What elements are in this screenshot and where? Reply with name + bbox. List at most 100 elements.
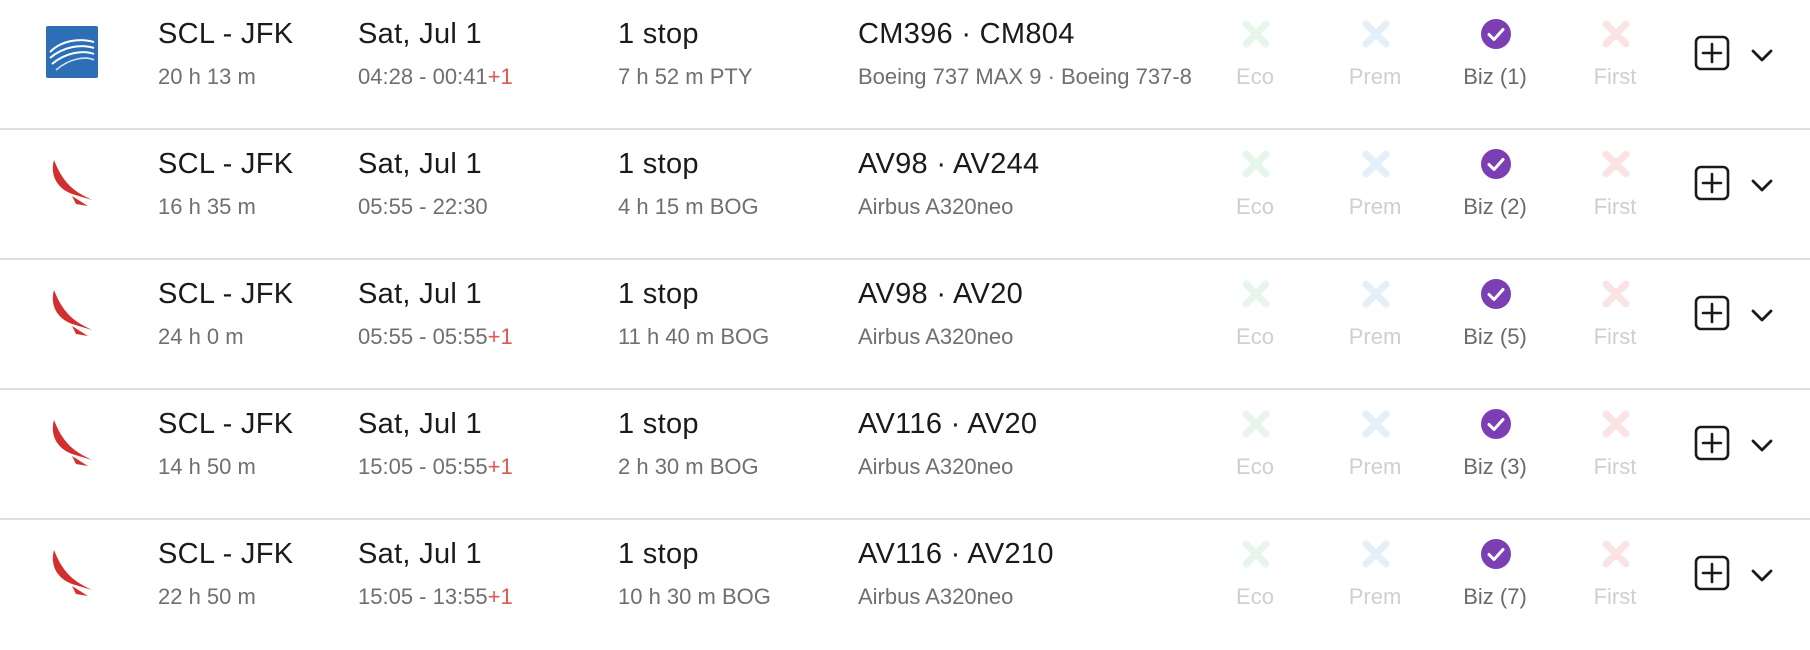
- chevron-down-icon[interactable]: [1748, 431, 1776, 459]
- copa-airlines-logo: [46, 26, 98, 78]
- departure-date: Sat, Jul 1: [358, 18, 482, 50]
- flight-times: 15:05 - 13:55+1: [358, 584, 598, 610]
- aircraft-types: Airbus A320neo: [858, 324, 1014, 349]
- flight-times: 15:05 - 05:55+1: [358, 454, 598, 480]
- next-day-indicator: +1: [487, 324, 513, 349]
- cabin-label: Prem: [1348, 584, 1402, 609]
- stops-count: 1 stop: [618, 18, 699, 50]
- cabin-label: Biz (1): [1463, 64, 1527, 89]
- stops-count: 1 stop: [618, 278, 699, 310]
- times-text: 05:55 - 05:55: [358, 324, 488, 349]
- departure-date: Sat, Jul 1: [358, 148, 482, 180]
- cross-icon: [1242, 20, 1270, 48]
- avianca-logo: [52, 550, 92, 596]
- layover-info: 11 h 40 m BOG: [618, 324, 770, 349]
- departure-date: Sat, Jul 1: [358, 408, 482, 440]
- check-circle-icon: [1481, 539, 1511, 569]
- cross-icon: [1602, 280, 1630, 308]
- total-duration: 24 h 0 m: [158, 324, 244, 349]
- total-duration: 16 h 35 m: [158, 194, 256, 219]
- next-day-indicator: +1: [487, 584, 513, 609]
- flight-result-row[interactable]: SCL - JFK 14 h 50 m Sat, Jul 1 15:05 - 0…: [0, 390, 1810, 520]
- departure-date: Sat, Jul 1: [358, 278, 482, 310]
- cross-icon: [1362, 150, 1390, 178]
- cabin-label: Biz (2): [1463, 194, 1527, 219]
- chevron-down-icon[interactable]: [1748, 41, 1776, 69]
- cabin-label: Eco: [1236, 584, 1274, 609]
- next-day-indicator: +1: [487, 454, 513, 479]
- flight-result-row[interactable]: SCL - JFK 24 h 0 m Sat, Jul 1 05:55 - 05…: [0, 260, 1810, 390]
- check-circle-icon: [1481, 409, 1511, 439]
- cabin-label: Eco: [1236, 454, 1274, 479]
- add-plus-icon[interactable]: [1694, 425, 1730, 461]
- cross-icon: [1602, 20, 1630, 48]
- add-plus-icon[interactable]: [1694, 35, 1730, 71]
- cross-icon: [1362, 410, 1390, 438]
- cabin-label: Prem: [1348, 324, 1402, 349]
- cabin-label: Prem: [1348, 454, 1402, 479]
- total-duration: 22 h 50 m: [158, 584, 256, 609]
- layover-info: 10 h 30 m BOG: [618, 584, 771, 609]
- check-circle-icon: [1481, 19, 1511, 49]
- cross-icon: [1362, 280, 1390, 308]
- route: SCL - JFK: [158, 408, 294, 440]
- add-plus-icon[interactable]: [1694, 295, 1730, 331]
- times-text: 15:05 - 13:55: [358, 584, 488, 609]
- add-plus-icon[interactable]: [1694, 555, 1730, 591]
- cabin-label: Eco: [1236, 324, 1274, 349]
- cabin-label: Biz (5): [1463, 324, 1527, 349]
- aircraft-types: Boeing 737 MAX 9 · Boeing 737-8: [858, 64, 1192, 89]
- layover-info: 2 h 30 m BOG: [618, 454, 759, 479]
- cabin-label: First: [1593, 64, 1637, 89]
- total-duration: 20 h 13 m: [158, 64, 256, 89]
- add-plus-icon[interactable]: [1694, 165, 1730, 201]
- cabin-label: Prem: [1348, 64, 1402, 89]
- flight-result-row[interactable]: SCL - JFK 22 h 50 m Sat, Jul 1 15:05 - 1…: [0, 520, 1810, 650]
- cabin-label: First: [1593, 194, 1637, 219]
- total-duration: 14 h 50 m: [158, 454, 256, 479]
- flight-times: 04:28 - 00:41+1: [358, 64, 598, 90]
- cross-icon: [1362, 20, 1390, 48]
- aircraft-types: Airbus A320neo: [858, 584, 1014, 609]
- next-day-indicator: +1: [487, 64, 513, 89]
- layover-info: 7 h 52 m PTY: [618, 64, 753, 89]
- chevron-down-icon[interactable]: [1748, 171, 1776, 199]
- cross-icon: [1602, 150, 1630, 178]
- flight-numbers: AV98 · AV244: [858, 148, 1040, 180]
- flight-times: 05:55 - 22:30: [358, 194, 598, 220]
- route: SCL - JFK: [158, 148, 294, 180]
- times-text: 15:05 - 05:55: [358, 454, 488, 479]
- cabin-label: Prem: [1348, 194, 1402, 219]
- avianca-logo: [52, 160, 92, 206]
- chevron-down-icon[interactable]: [1748, 301, 1776, 329]
- check-circle-icon: [1481, 149, 1511, 179]
- cross-icon: [1362, 540, 1390, 568]
- flight-numbers: AV98 · AV20: [858, 278, 1024, 310]
- times-text: 04:28 - 00:41: [358, 64, 488, 89]
- times-text: 05:55 - 22:30: [358, 194, 488, 219]
- cross-icon: [1242, 410, 1270, 438]
- flight-numbers: AV116 · AV20: [858, 408, 1038, 440]
- stops-count: 1 stop: [618, 408, 699, 440]
- chevron-down-icon[interactable]: [1748, 561, 1776, 589]
- check-circle-icon: [1481, 279, 1511, 309]
- flight-numbers: CM396 · CM804: [858, 18, 1075, 50]
- stops-count: 1 stop: [618, 538, 699, 570]
- aircraft-types: Airbus A320neo: [858, 454, 1014, 479]
- cabin-label: Eco: [1236, 64, 1274, 89]
- flight-numbers: AV116 · AV210: [858, 538, 1054, 570]
- route: SCL - JFK: [158, 18, 294, 50]
- cabin-label: First: [1593, 324, 1637, 349]
- cabin-label: First: [1593, 454, 1637, 479]
- route: SCL - JFK: [158, 538, 294, 570]
- cross-icon: [1602, 540, 1630, 568]
- layover-info: 4 h 15 m BOG: [618, 194, 759, 219]
- flight-result-row[interactable]: SCL - JFK 20 h 13 m Sat, Jul 1 04:28 - 0…: [0, 0, 1810, 130]
- flight-result-row[interactable]: SCL - JFK 16 h 35 m Sat, Jul 1 05:55 - 2…: [0, 130, 1810, 260]
- route: SCL - JFK: [158, 278, 294, 310]
- avianca-logo: [52, 290, 92, 336]
- flight-times: 05:55 - 05:55+1: [358, 324, 598, 350]
- departure-date: Sat, Jul 1: [358, 538, 482, 570]
- cabin-label: Biz (3): [1463, 454, 1527, 479]
- aircraft-types: Airbus A320neo: [858, 194, 1014, 219]
